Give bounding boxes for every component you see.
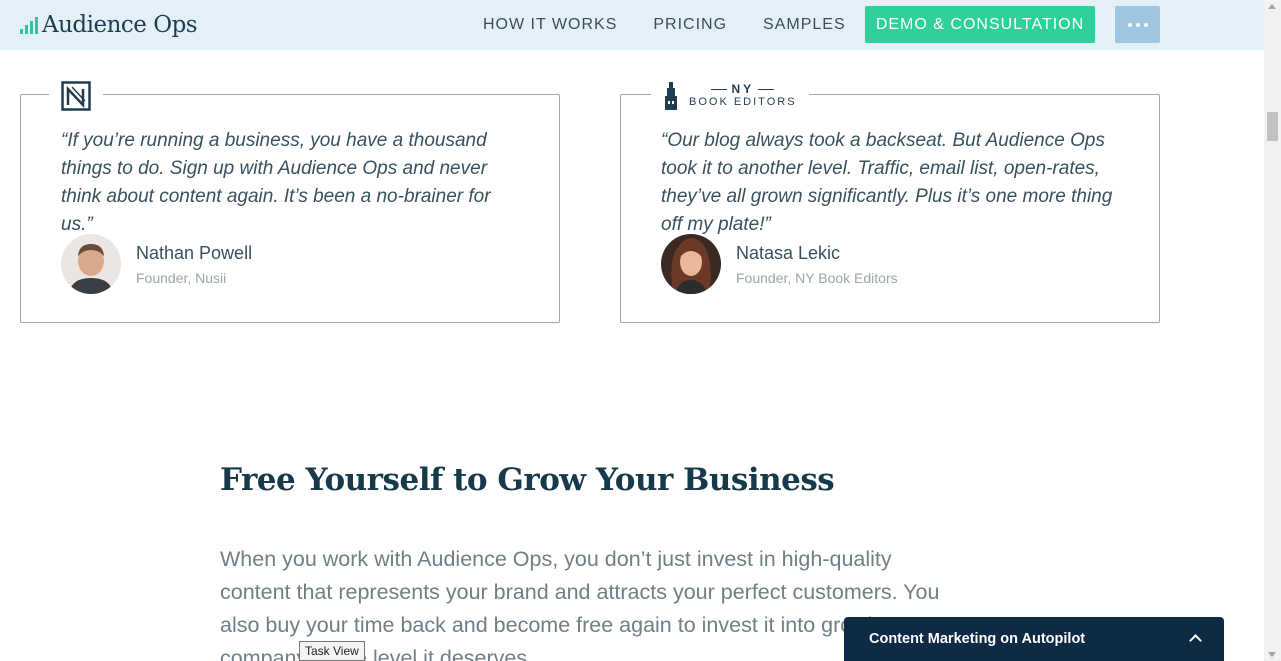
author-role: Founder, Nusii [136,269,227,286]
testimonial-card-ny-book-editors: NY BOOK EDITORS “Our blog always took a … [620,79,1160,323]
testimonial-author: Nathan Powell Founder, Nusii [61,234,252,294]
chevron-up-icon[interactable] [1189,634,1202,647]
author-name: Nathan Powell [136,242,253,263]
logo-book-editors-text: BOOK EDITORS [689,96,797,108]
nav-samples[interactable]: SAMPLES [763,16,846,34]
author-role: Founder, NY Book Editors [736,269,898,286]
scroll-up-arrow-icon[interactable] [1268,4,1276,9]
nav-pricing[interactable]: PRICING [653,16,727,34]
logo-ny-text: NY [689,83,797,96]
bars-icon [20,16,38,34]
section-heading: Free Yourself to Grow Your Business [220,462,835,498]
avatar [661,234,721,294]
main-nav: HOW IT WORKS PRICING SAMPLES [483,0,882,50]
nusii-logo [49,79,103,113]
more-menu-button[interactable] [1115,6,1160,43]
testimonial-author: Natasa Lekic Founder, NY Book Editors [661,234,898,294]
chat-widget-title: Content Marketing on Autopilot [869,631,1086,647]
testimonial-quote: “If you’re running a business, you have … [61,130,491,235]
page: Audience Ops HOW IT WORKS PRICING SAMPLE… [0,0,1281,661]
demo-consultation-button[interactable]: DEMO & CONSULTATION [865,6,1095,43]
testimonial-card-nusii: “If you’re running a business, you have … [20,79,560,323]
site-header: Audience Ops HOW IT WORKS PRICING SAMPLE… [0,0,1264,50]
author-name: Natasa Lekic [736,242,841,263]
page-scrollbar[interactable] [1264,0,1281,661]
nav-how-it-works[interactable]: HOW IT WORKS [483,16,617,34]
scroll-down-arrow-icon[interactable] [1268,652,1276,657]
scroll-thumb[interactable] [1267,112,1278,141]
avatar [61,234,121,294]
nusii-logo-icon [61,81,91,111]
ny-book-editors-logo: NY BOOK EDITORS [651,79,809,113]
chat-widget-bar[interactable]: Content Marketing on Autopilot [844,617,1224,661]
ellipsis-icon [1126,22,1150,27]
task-view-tooltip: Task View [299,641,365,661]
testimonial-quote: “Our blog always took a backseat. But Au… [661,130,1113,235]
brand-name: Audience Ops [42,12,198,38]
building-icon [665,82,677,110]
brand-logo[interactable]: Audience Ops [20,10,198,40]
